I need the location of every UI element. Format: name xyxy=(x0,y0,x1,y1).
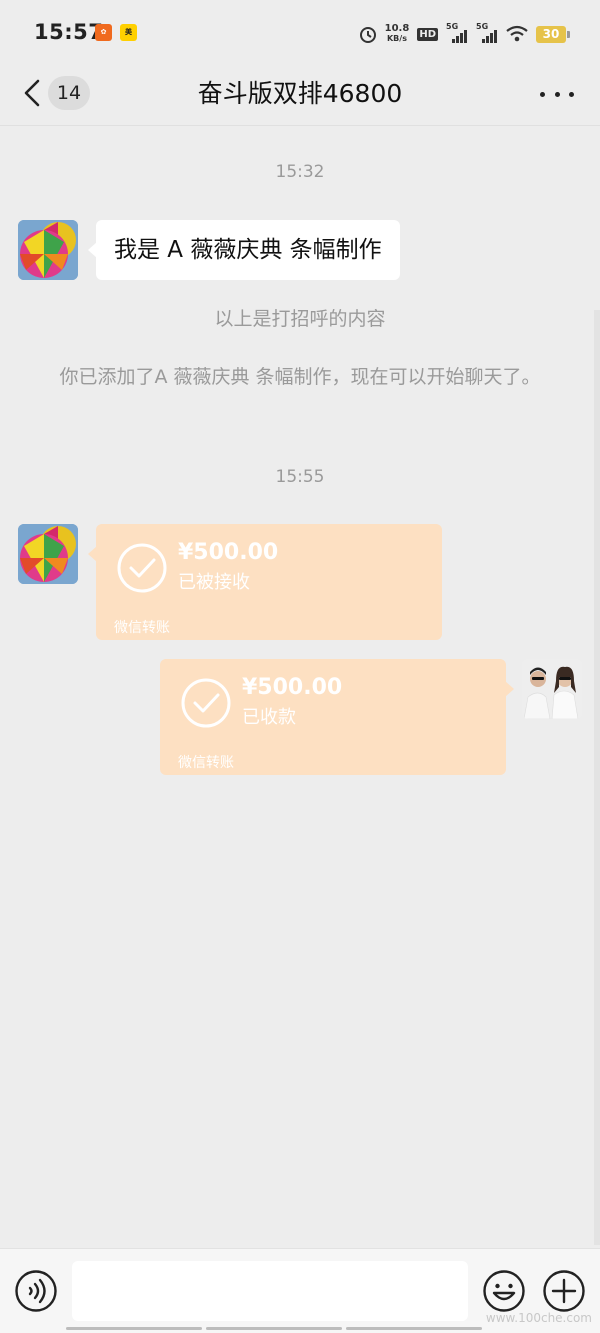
network-speed-unit: KB/s xyxy=(386,34,407,43)
system-message-added: 你已添加了A 薇薇庆典 条幅制作，现在可以开始聊天了。 xyxy=(59,366,541,388)
status-indicators: 10.8 KB/s HD 5G 5G 30 xyxy=(359,20,570,48)
chat-title: 奋斗版双排46800 xyxy=(197,79,403,108)
network-speed-value: 10.8 xyxy=(384,23,410,34)
status-bar: 15:57 ✿ 美 10.8 KB/s HD 5G 5G 30 xyxy=(0,0,600,62)
balloon-avatar-image xyxy=(18,220,78,280)
gesture-bar-segment xyxy=(66,1327,202,1330)
transfer-status: 已收款 xyxy=(242,707,296,728)
meituan-notification-icon: 美 xyxy=(120,24,137,41)
transfer-card-received[interactable]: ¥500.00 已被接收 微信转账 xyxy=(88,524,442,640)
transfer-amount: ¥500.00 xyxy=(178,540,279,565)
chat-header: 14 奋斗版双排46800 xyxy=(0,62,600,126)
app-notification-icon: ✿ xyxy=(95,24,112,41)
status-time: 15:57 xyxy=(34,20,104,44)
couple-photo-image xyxy=(522,659,582,719)
signal-sim1-icon: 5G xyxy=(446,22,468,43)
transfer-amount: ¥500.00 xyxy=(242,675,343,700)
hd-badge: HD xyxy=(417,27,438,41)
contact-avatar[interactable] xyxy=(18,220,78,280)
message-input[interactable] xyxy=(72,1261,468,1321)
gesture-bar-segment xyxy=(346,1327,482,1330)
system-message: 以上是打招呼的内容 xyxy=(214,308,386,330)
message-timestamp: 15:55 xyxy=(275,467,325,487)
battery-icon: 30 xyxy=(536,25,570,43)
contact-avatar[interactable] xyxy=(18,524,78,584)
message-bubble-greeting[interactable]: 我是 A 薇薇庆典 条幅制作 xyxy=(88,220,400,280)
chat-scrollbar[interactable] xyxy=(594,310,600,1245)
wifi-icon xyxy=(506,25,528,42)
input-bar: www.100che.com xyxy=(0,1248,600,1333)
more-dots-icon[interactable] xyxy=(540,86,574,102)
message-timestamp: 15:32 xyxy=(275,162,325,182)
transfer-footer: 微信转账 xyxy=(114,620,170,636)
signal-sim2-icon: 5G xyxy=(476,22,498,43)
sim1-label: 5G xyxy=(446,22,459,31)
voice-icon[interactable] xyxy=(14,1269,58,1313)
alarm-icon xyxy=(359,27,376,43)
sim2-label: 5G xyxy=(476,22,489,31)
check-circle-icon xyxy=(117,543,167,593)
transfer-footer: 微信转账 xyxy=(178,755,234,771)
watermark-text: www.100che.com xyxy=(485,1311,592,1325)
network-speed: 10.8 KB/s xyxy=(385,24,410,44)
balloon-avatar-image xyxy=(18,524,78,584)
emoji-icon[interactable] xyxy=(482,1269,526,1313)
transfer-card-sent[interactable]: ¥500.00 已收款 微信转账 xyxy=(160,659,514,775)
plus-icon[interactable] xyxy=(542,1269,586,1313)
transfer-status: 已被接收 xyxy=(178,572,250,593)
check-circle-icon xyxy=(181,678,231,728)
my-avatar[interactable] xyxy=(522,659,582,719)
gesture-bar-segment xyxy=(206,1327,342,1330)
